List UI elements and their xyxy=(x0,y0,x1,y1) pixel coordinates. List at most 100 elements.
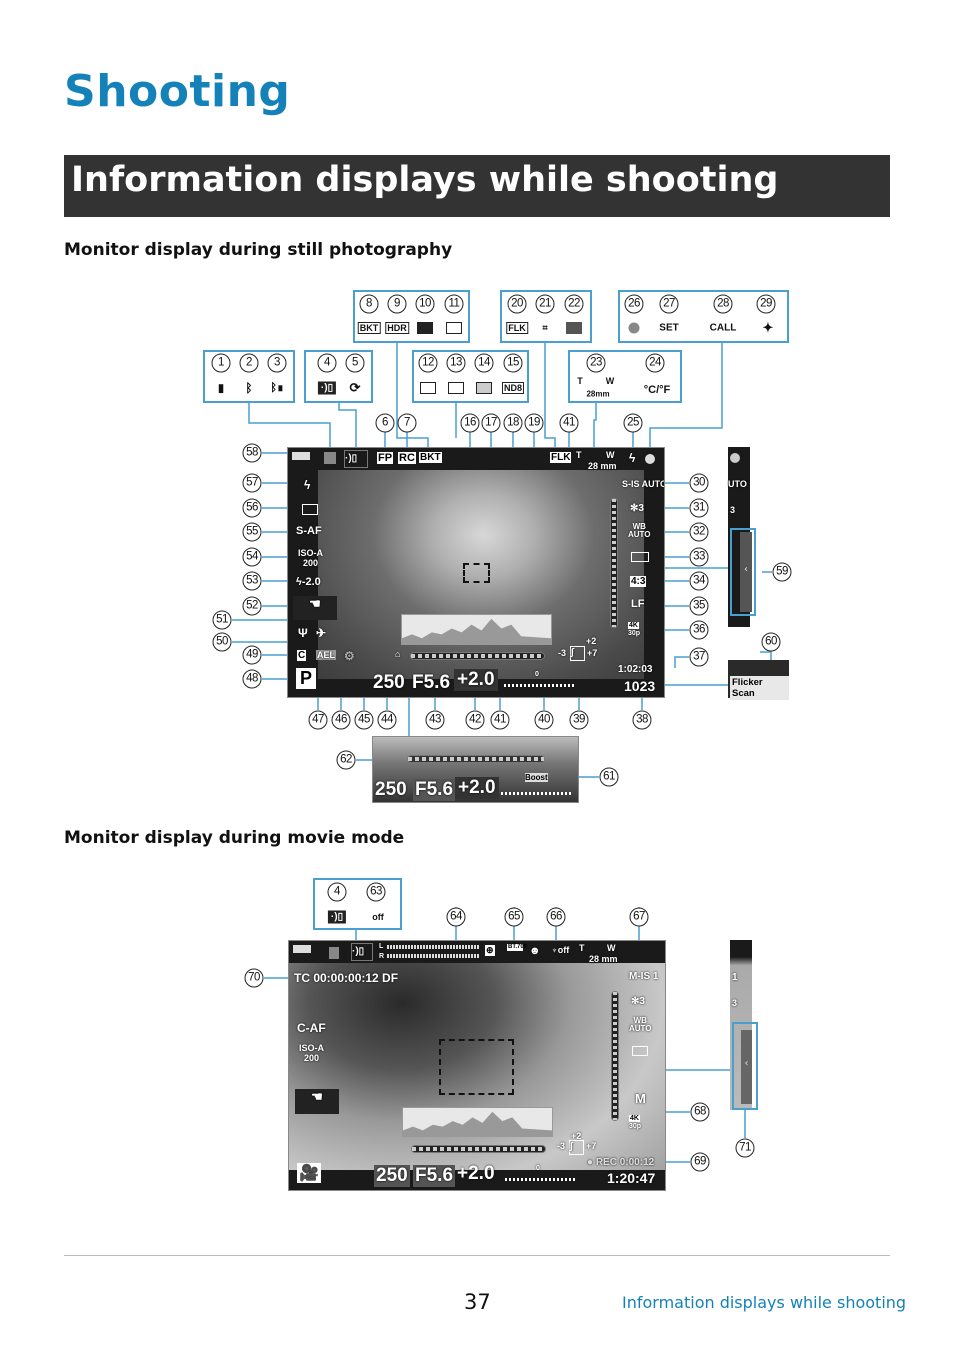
callout-65: 65 xyxy=(504,907,524,927)
highlight-shadow-left: -3 xyxy=(557,1141,566,1151)
aperture: F5.6 xyxy=(413,779,456,801)
af-mode: S-AF xyxy=(296,525,322,537)
callout-39: 39 xyxy=(569,710,589,730)
image-stabilizer: S-IS AUTO xyxy=(622,479,665,489)
callout-54: 54 xyxy=(242,547,262,567)
mic-off-icon: off xyxy=(372,912,384,922)
custom-mode: C xyxy=(297,650,307,661)
strip-number: 1 xyxy=(732,972,738,983)
callout-33: 33 xyxy=(689,547,709,567)
battery-icon xyxy=(292,452,310,460)
boost-slider[interactable] xyxy=(407,755,545,763)
strip-text: UTO xyxy=(728,479,747,489)
callout-70: 70 xyxy=(244,968,264,988)
legend-box-movie-4-63 xyxy=(313,878,402,930)
live-comp-icon: ⌗ xyxy=(542,322,548,333)
highlight-shadow-top: +2 xyxy=(586,636,597,646)
battery-time: 1:02:03 xyxy=(618,664,653,675)
callout-6: 6 xyxy=(375,413,395,433)
card-icon xyxy=(324,452,336,464)
touch-tab-chevron-icon[interactable]: ‹ xyxy=(740,532,752,612)
bracket-icon: BKT xyxy=(357,322,381,334)
callout-31: 31 xyxy=(689,498,709,518)
recording-remaining: 1:20:47 xyxy=(607,1170,656,1186)
callout-25: 25 xyxy=(623,413,643,433)
zoom-w-icon: W xyxy=(605,376,615,386)
focal-length: 28 mm xyxy=(588,461,617,471)
horizontal-level-gauge xyxy=(411,1145,546,1153)
callout-48: 48 xyxy=(242,669,262,689)
frame-rate: 30p xyxy=(628,630,641,637)
rc-flash-icon: RC xyxy=(398,452,416,464)
hdr-multi-icon xyxy=(417,322,433,334)
wireless-icon: ·)▯ xyxy=(344,450,368,468)
callout-18: 18 xyxy=(503,413,523,433)
shooting-mode: P xyxy=(296,668,317,689)
mic-status: off xyxy=(557,945,570,955)
strip-number: 3 xyxy=(732,998,738,1008)
callout-47: 47 xyxy=(308,710,328,730)
callout-43: 43 xyxy=(425,710,445,730)
callout-34: 34 xyxy=(689,571,709,591)
callout-3: 3 xyxy=(267,353,287,373)
exposure-level-indicator xyxy=(505,1178,577,1181)
horizontal-level-gauge xyxy=(410,652,545,660)
callout-61: 61 xyxy=(599,767,619,787)
callout-27: 27 xyxy=(659,294,679,314)
flash-mode-icon: ϟ xyxy=(304,478,311,492)
fisheye-icon xyxy=(448,382,464,394)
aperture: F5.6 xyxy=(412,672,451,693)
callout-11: 11 xyxy=(444,294,464,314)
touch-shutter-icon[interactable]: ☚ xyxy=(293,596,337,620)
battery-icon xyxy=(293,945,311,953)
exposure-compensation: +2.0 xyxy=(455,777,499,799)
touch-tab-chevron-icon[interactable]: ‹ xyxy=(741,1030,752,1104)
callout-58: 58 xyxy=(242,443,262,463)
callout-42: 42 xyxy=(465,710,485,730)
still-monitor-display: ·)▯ FP RC BKT FLK T W 28 mm ϟ ϟ S-AF ISO… xyxy=(287,447,665,698)
call-icon: CALL xyxy=(709,322,737,334)
callout-32: 32 xyxy=(689,522,709,542)
card-icon: ▮ xyxy=(217,382,225,395)
callout-67: 67 xyxy=(629,907,649,927)
flash-compensation: -2.0 xyxy=(301,576,321,588)
callout-5: 5 xyxy=(345,353,365,373)
callout-20: 20 xyxy=(507,294,527,314)
audio-r: R xyxy=(379,953,385,960)
callout-35: 35 xyxy=(689,596,709,616)
hdr-icon: HDR xyxy=(385,322,409,334)
flicker-icon: FLK xyxy=(550,452,572,463)
callout-10: 10 xyxy=(415,294,435,314)
color-space: BT.709 xyxy=(507,944,528,951)
footer-divider xyxy=(64,1255,890,1256)
exposure-scale-zero: 0 xyxy=(536,1165,540,1172)
zoom-frame-icon: ⊕ xyxy=(485,945,495,956)
keystone-icon xyxy=(420,382,436,394)
bracket-icon: BKT xyxy=(419,452,442,463)
card-icon xyxy=(329,947,339,959)
shutter-speed: 250 xyxy=(373,672,405,693)
callout-59: 59 xyxy=(772,562,792,582)
touch-shutter-icon[interactable]: ☚ xyxy=(295,1089,339,1114)
highlight-shadow-right: +7 xyxy=(586,1141,597,1151)
callout-4: 4 xyxy=(327,882,347,902)
callout-30: 30 xyxy=(689,473,709,493)
movie-exposure-mode: M xyxy=(635,1091,646,1106)
flicker-icon: FLK xyxy=(506,322,528,334)
callout-38: 38 xyxy=(632,710,652,730)
histogram xyxy=(402,1107,553,1137)
callout-44: 44 xyxy=(377,710,397,730)
vertical-level-gauge xyxy=(610,498,618,628)
callout-37: 37 xyxy=(689,647,709,667)
exposure-scale-zero: 0 xyxy=(535,671,539,678)
strip-number: 3 xyxy=(730,505,736,515)
footer-section-link[interactable]: Information displays while shooting xyxy=(622,1293,906,1312)
aperture: F5.6 xyxy=(413,1165,456,1187)
set-icon: SET xyxy=(659,322,679,334)
wb-value: AUTO xyxy=(628,530,651,539)
image-stabilizer: M-IS 1 xyxy=(629,971,659,982)
drive-mode-icon xyxy=(631,552,649,562)
callout-17: 17 xyxy=(481,413,501,433)
callout-29: 29 xyxy=(756,294,776,314)
bluetooth-icon: ᛒ xyxy=(245,381,253,395)
